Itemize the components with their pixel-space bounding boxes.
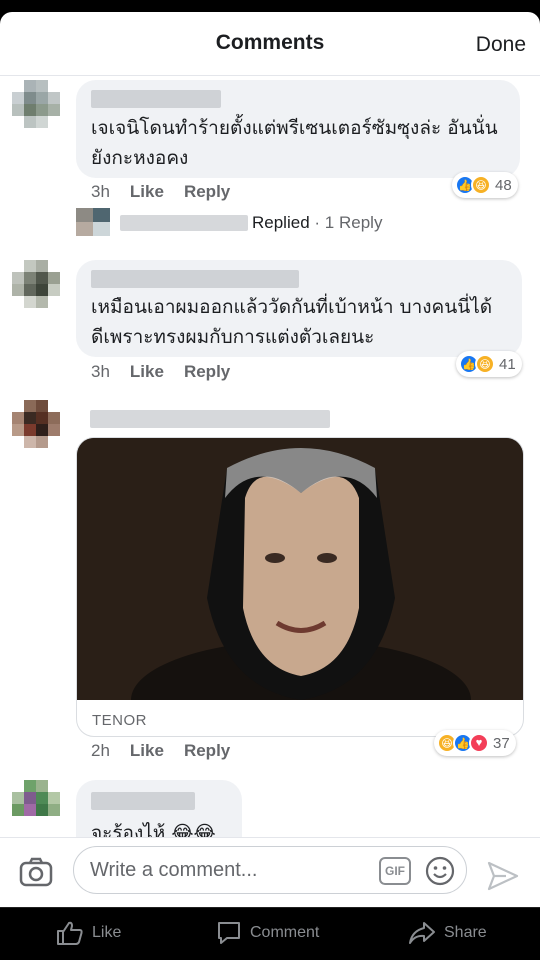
like-link[interactable]: Like — [130, 362, 164, 381]
reply-link[interactable]: Reply — [184, 362, 230, 381]
comment-text-line: เหมือนเอาผมออกแล้ววัดกันที่เบ้าหน้า บางค… — [91, 296, 493, 318]
comment-input[interactable] — [90, 855, 370, 885]
timestamp: 3h — [91, 182, 110, 201]
haha-reaction-icon: 😆 — [475, 354, 495, 374]
avatar[interactable] — [12, 260, 70, 318]
reaction-count: 41 — [499, 355, 516, 373]
replied-label: Replied — [252, 213, 310, 232]
share-button[interactable]: Share — [408, 920, 487, 946]
header: Comments Done — [0, 12, 540, 76]
comment-text-line: ดีเพราะทรงผมกับการแต่งตัวเลยนะ — [91, 326, 375, 348]
share-icon — [409, 922, 435, 944]
love-reaction-icon: ♥ — [469, 733, 489, 753]
comments-sheet: Comments Done เจเจนิโดนทำร้ายตั้งแต่พรีเ… — [0, 12, 540, 907]
avatar[interactable] — [12, 780, 70, 838]
comment-label: Comment — [250, 924, 320, 941]
reply-link[interactable]: Reply — [184, 182, 230, 201]
replier-avatar — [76, 208, 110, 236]
view-replies-link[interactable]: 1 Reply — [325, 213, 383, 232]
gif-image — [77, 438, 523, 700]
reaction-summary[interactable]: 👍 😆 48 — [452, 172, 518, 198]
page-title: Comments — [215, 31, 325, 54]
avatar[interactable] — [12, 400, 70, 458]
active-tab-indicator — [262, 896, 280, 906]
gif-icon[interactable]: GIF — [379, 857, 411, 885]
comment-meta: 3h Like Reply — [91, 182, 230, 202]
reaction-count: 37 — [493, 734, 510, 752]
replies-summary[interactable]: Replied · 1 Reply — [252, 213, 382, 233]
reply-link[interactable]: Reply — [184, 741, 230, 760]
gif-source-label[interactable]: TENOR — [92, 712, 147, 729]
commenter-name[interactable] — [91, 792, 195, 810]
commenter-name[interactable] — [90, 410, 330, 428]
share-label: Share — [444, 924, 487, 941]
timestamp: 2h — [91, 741, 110, 760]
reaction-summary[interactable]: 👍 😆 41 — [456, 351, 522, 377]
thumbs-up-icon — [57, 921, 83, 945]
like-link[interactable]: Like — [130, 741, 164, 760]
like-link[interactable]: Like — [130, 182, 164, 201]
like-label: Like — [92, 924, 122, 941]
avatar[interactable] — [12, 80, 70, 138]
comment-meta: 3h Like Reply — [91, 362, 230, 382]
like-button[interactable]: Like — [56, 920, 121, 946]
comment-input-box[interactable]: GIF — [73, 846, 467, 894]
comment-text-line: ยังกะหงอคง — [91, 147, 189, 169]
timestamp: 3h — [91, 362, 110, 381]
comment-meta: 2h Like Reply — [91, 741, 230, 761]
replier-name — [120, 215, 248, 231]
comment-icon — [218, 922, 240, 944]
haha-reaction-icon: 😆 — [471, 175, 491, 195]
bottom-action-bar: Like Comment Share — [0, 907, 540, 960]
commenter-name[interactable] — [91, 90, 221, 108]
camera-icon[interactable] — [18, 854, 54, 890]
comment-bubble: เจเจนิโดนทำร้ายตั้งแต่พรีเซนเตอร์ซัมซุงล… — [76, 80, 520, 178]
done-button[interactable]: Done — [476, 33, 526, 57]
commenter-name[interactable] — [91, 270, 299, 288]
separator-dot: · — [314, 213, 321, 232]
send-icon[interactable] — [486, 860, 520, 892]
gif-attachment[interactable]: TENOR — [76, 437, 524, 737]
reaction-count: 48 — [495, 176, 512, 194]
comment-bubble: เหมือนเอาผมออกแล้ววัดกันที่เบ้าหน้า บางค… — [76, 260, 522, 357]
comment-text-line: เจเจนิโดนทำร้ายตั้งแต่พรีเซนเตอร์ซัมซุงล… — [91, 117, 498, 139]
comment-button[interactable]: Comment — [216, 920, 319, 946]
smiley-icon[interactable] — [424, 855, 456, 887]
reaction-summary[interactable]: 😆 👍 ♥ 37 — [434, 730, 516, 756]
